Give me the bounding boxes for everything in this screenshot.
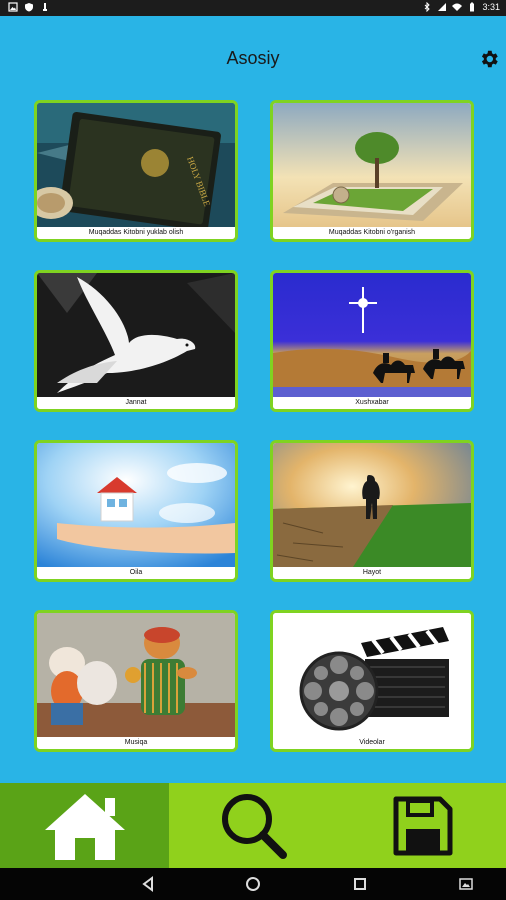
tile-bible-download[interactable]: HOLY BIBLE Muqaddas Kitobni yuklab olish [34,100,238,242]
tile-gospel[interactable]: Xushxabar [270,270,474,412]
bottom-navigation [0,783,506,868]
status-time: 3:31 [482,2,500,12]
screenshot-icon[interactable] [458,876,474,892]
tile-family[interactable]: Oila [34,440,238,582]
tile-caption: Oila [37,567,235,579]
tile-bible-study[interactable]: Muqaddas Kitobni o'rganish [270,100,474,242]
star-camels-image [273,273,471,397]
tile-life[interactable]: Hayot [270,440,474,582]
app-bar: Asosiy [0,16,506,92]
tile-caption: Musiqa [37,737,235,749]
man-in-sunlight-image [273,443,471,567]
system-navigation-bar [0,868,506,900]
tile-music[interactable]: Musiqa [34,610,238,752]
bible-book-image: HOLY BIBLE [37,103,235,227]
tile-paradise[interactable]: Jannat [34,270,238,412]
notification-icon [43,3,47,11]
tile-caption: Videolar [273,737,471,749]
house-in-hand-image [37,443,235,567]
home-circle-icon[interactable] [245,876,261,892]
white-dove-image [37,273,235,397]
nav-search-button[interactable] [169,783,338,868]
home-icon [44,793,125,860]
recents-icon[interactable] [352,876,368,892]
tile-caption: Muqaddas Kitobni yuklab olish [37,227,235,239]
search-icon [221,793,287,859]
image-icon [8,2,18,12]
bluetooth-icon [425,2,431,12]
status-bar-right: 3:31 [422,2,500,12]
status-bar: 3:31 [0,0,506,16]
nav-home-button[interactable] [0,783,169,868]
tile-caption: Hayot [273,567,471,579]
page-title: Asosiy [226,48,280,68]
battery-icon [470,2,475,12]
save-icon [393,796,452,855]
tile-caption: Muqaddas Kitobni o'rganish [273,227,471,239]
figurines-image [37,613,235,737]
film-reel-clapper-image [273,613,471,737]
signal-icon [438,3,447,11]
tile-caption: Xushxabar [273,397,471,409]
shield-icon [25,3,33,12]
tile-videos[interactable]: Videolar [270,610,474,752]
wifi-icon [452,3,463,11]
gear-icon[interactable] [478,48,500,70]
back-icon[interactable] [140,876,156,892]
status-bar-left [8,2,50,12]
open-book-tree-image [273,103,471,227]
nav-save-button[interactable] [338,783,506,868]
tile-caption: Jannat [37,397,235,409]
